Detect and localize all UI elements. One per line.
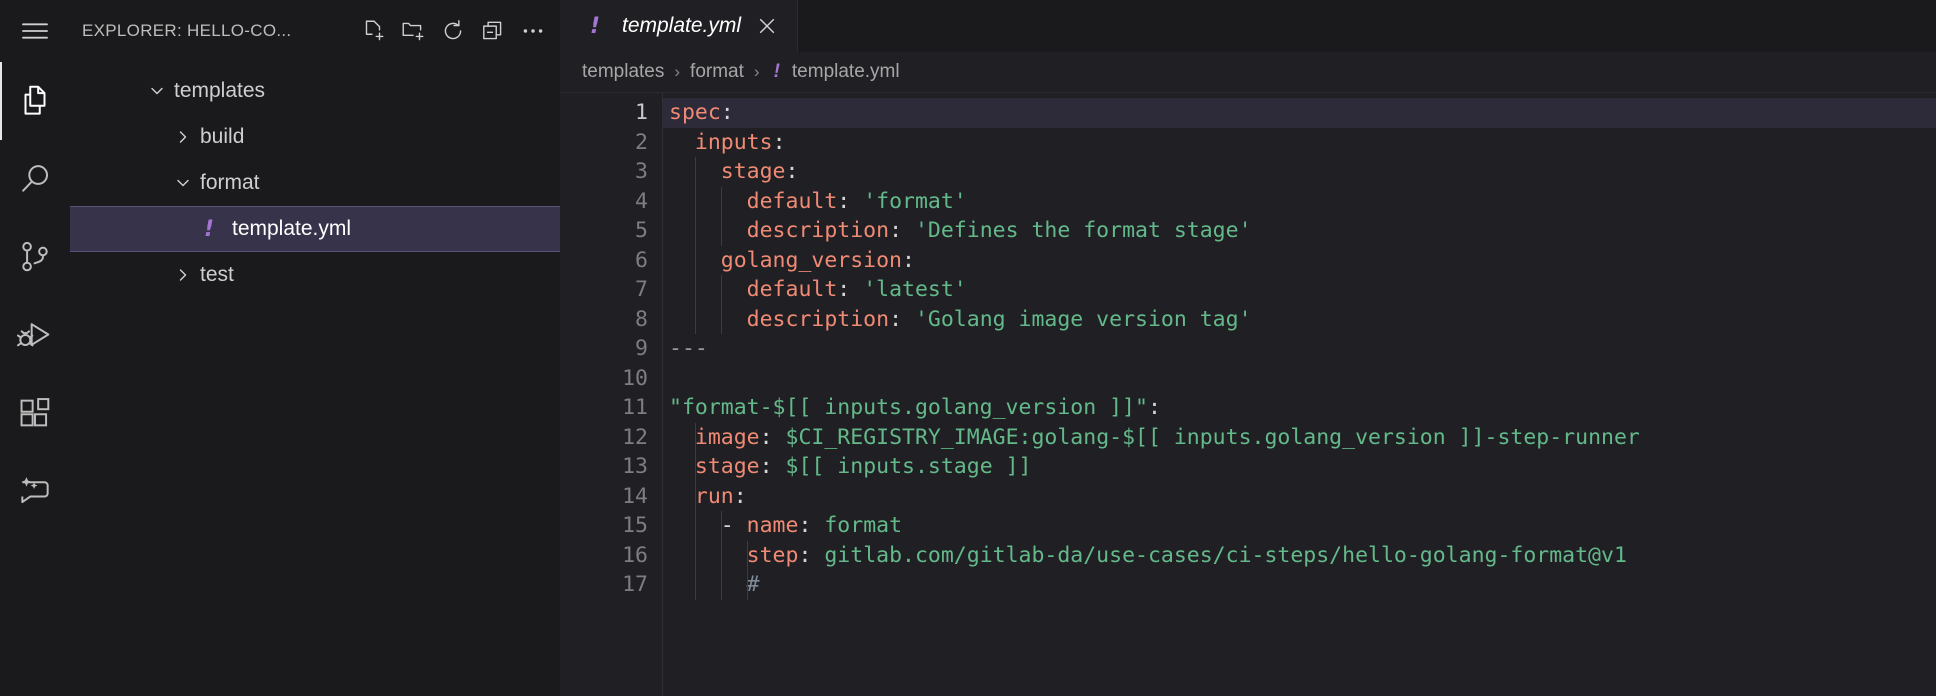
chevron-right-icon <box>166 265 200 285</box>
chevron-down-icon <box>140 81 174 101</box>
tree-item-test[interactable]: test <box>70 252 560 298</box>
code-line[interactable]: default: 'latest' <box>663 275 1936 305</box>
more-actions-icon[interactable] <box>520 18 546 44</box>
refresh-icon[interactable] <box>440 18 466 44</box>
yaml-file-icon: ! <box>589 13 601 39</box>
source-control-icon[interactable] <box>0 218 70 296</box>
indent-guide <box>694 157 696 334</box>
chat-sparkle-icon[interactable] <box>0 452 70 530</box>
breadcrumb: templates › format › ! template.yml <box>560 52 1936 92</box>
editor-tab-template-yml[interactable]: ! template.yml <box>560 0 799 52</box>
code-line[interactable]: default: 'format' <box>663 187 1936 217</box>
indent-guide <box>694 422 696 600</box>
indent-guide <box>746 540 748 600</box>
breadcrumb-item-template-yml[interactable]: template.yml <box>792 61 900 83</box>
tree-item-label: build <box>200 125 245 148</box>
breadcrumb-separator: › <box>753 62 760 81</box>
code-line[interactable]: description: 'Golang image version tag' <box>663 305 1936 335</box>
collapse-all-icon[interactable] <box>480 18 506 44</box>
code-line[interactable]: golang_version: <box>663 246 1936 276</box>
explorer-icon[interactable] <box>0 62 70 140</box>
line-number: 16 <box>622 542 648 568</box>
code-line[interactable]: step: gitlab.com/gitlab-da/use-cases/ci-… <box>663 541 1936 571</box>
code-line[interactable]: inputs: <box>663 128 1936 158</box>
line-number: 11 <box>622 395 648 420</box>
code-line[interactable]: --- <box>663 334 1936 364</box>
code-line[interactable]: # <box>663 570 1936 600</box>
tree-item-label: template.yml <box>232 217 352 240</box>
yaml-file-icon: ! <box>773 61 780 82</box>
tab-label: template.yml <box>622 14 742 37</box>
code-line[interactable]: spec: <box>663 98 1936 128</box>
new-file-icon[interactable] <box>360 18 386 44</box>
close-icon[interactable] <box>753 12 781 40</box>
explorer-sidebar: EXPLORER: HELLO-CO... templates build fo… <box>70 0 560 696</box>
tree-item-template-yml[interactable]: ! template.yml <box>70 206 560 252</box>
line-number: 14 <box>622 483 648 509</box>
file-tree: templates build format ! template.yml te… <box>70 62 560 298</box>
code-line[interactable] <box>663 364 1936 394</box>
line-number: 9 <box>635 336 648 361</box>
code-line[interactable]: - name: format <box>663 511 1936 541</box>
vscode-window: EXPLORER: HELLO-CO... templates build fo… <box>0 0 1936 696</box>
activity-bar <box>0 0 70 696</box>
search-icon[interactable] <box>0 140 70 218</box>
line-number: 1 <box>635 100 648 125</box>
tree-item-label: format <box>200 171 260 194</box>
run-and-debug-icon[interactable] <box>0 296 70 374</box>
indent-guide <box>720 275 722 334</box>
code-line[interactable]: stage: <box>663 157 1936 187</box>
explorer-title: EXPLORER: HELLO-CO... <box>82 21 292 40</box>
line-number: 12 <box>622 424 648 450</box>
code-line[interactable]: run: <box>663 482 1936 512</box>
chevron-right-icon <box>166 127 200 147</box>
yaml-file-icon: ! <box>203 216 215 242</box>
line-number: 17 <box>622 572 648 597</box>
code-editor[interactable]: 1 2 3 4 5 6 7 8 9 10 11 12 13 14 15 16 17 spec: inputs: … <box>560 92 1936 696</box>
code-line[interactable]: "format-$[[ inputs.golang_version ]]": <box>663 393 1936 423</box>
line-number: 15 <box>622 513 648 538</box>
line-number: 10 <box>622 365 648 391</box>
chevron-down-icon <box>166 173 200 193</box>
code-line[interactable]: stage: $[[ inputs.stage ]] <box>663 452 1936 482</box>
editor-area: ! template.yml templates › format › ! te… <box>560 0 1936 696</box>
indent-guide <box>720 511 722 600</box>
explorer-actions <box>360 18 546 44</box>
tree-item-build[interactable]: build <box>70 114 560 160</box>
extensions-icon[interactable] <box>0 374 70 452</box>
tree-item-templates[interactable]: templates <box>70 68 560 114</box>
line-number: 5 <box>635 218 648 243</box>
line-number: 7 <box>635 277 648 302</box>
hamburger-menu-icon[interactable] <box>0 0 70 62</box>
breadcrumb-separator: › <box>674 62 681 81</box>
line-number: 6 <box>635 247 648 273</box>
code-line[interactable]: description: 'Defines the format stage' <box>663 216 1936 246</box>
code-content[interactable]: spec: inputs: stage: default: 'format' d… <box>662 93 1936 696</box>
editor-tab-bar: ! template.yml <box>560 0 1936 52</box>
explorer-header: EXPLORER: HELLO-CO... <box>70 0 560 62</box>
line-number: 4 <box>635 188 648 214</box>
line-number: 2 <box>635 129 648 155</box>
line-number-gutter: 1 2 3 4 5 6 7 8 9 10 11 12 13 14 15 16 17 <box>560 93 662 696</box>
line-number: 13 <box>622 454 648 479</box>
breadcrumb-item-format[interactable]: format <box>690 61 744 83</box>
indent-guide <box>720 186 722 246</box>
line-number: 8 <box>635 306 648 332</box>
code-line[interactable]: image: $CI_REGISTRY_IMAGE:golang-$[[ inp… <box>663 423 1936 453</box>
tree-item-label: test <box>200 263 234 286</box>
breadcrumb-item-templates[interactable]: templates <box>582 61 664 83</box>
tree-item-label: templates <box>174 79 266 102</box>
new-folder-icon[interactable] <box>400 18 426 44</box>
line-number: 3 <box>635 159 648 184</box>
tree-item-format[interactable]: format <box>70 160 560 206</box>
